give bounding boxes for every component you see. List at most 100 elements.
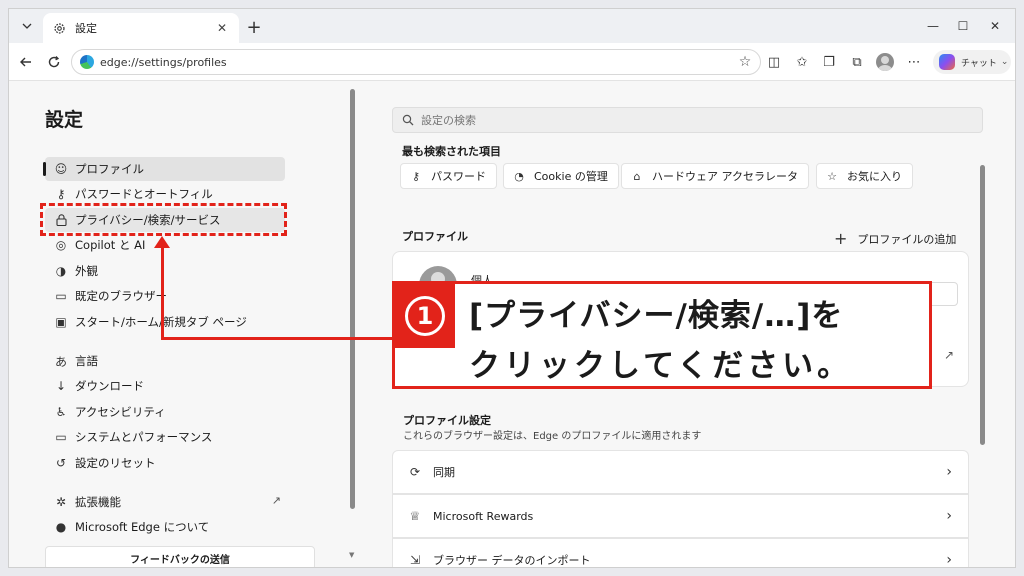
profile-icon: ☺ — [54, 162, 68, 176]
extensions-icon: ✲ — [55, 495, 67, 509]
sidebar-scrollbar[interactable] — [349, 89, 357, 509]
language-icon: あ — [54, 354, 67, 369]
minimize-button[interactable]: — — [919, 15, 947, 37]
refresh-icon — [48, 56, 60, 68]
screenshot-icon[interactable]: ⧉ — [847, 52, 867, 72]
most-searched-heading: 最も検索された項目 — [402, 145, 501, 158]
favorites-icon: ☆ — [827, 169, 837, 183]
annotation-connector-horizontal — [161, 337, 393, 340]
add-profile-label: プロファイルの追加 — [857, 232, 957, 246]
chevron-right-icon: › — [946, 508, 952, 524]
annotation-connector-vertical — [161, 244, 164, 340]
maximize-button[interactable]: ☐ — [949, 15, 977, 37]
settings-sidebar: 設定 ☺ プロファイル ⚷ パスワードとオートフィル プライバシー/検索/サービ… — [9, 81, 349, 567]
chip-label: Cookie の管理 — [534, 170, 608, 183]
content-scrollbar[interactable] — [978, 165, 986, 565]
tab-strip: 設定 ✕ + — ☐ ✕ — [9, 9, 1015, 43]
sidebar-item-extensions[interactable]: ✲ 拡張機能 ↗ — [45, 490, 285, 514]
copilot-chat-button[interactable]: チャット ⌄ — [933, 50, 1011, 74]
chip-cookies[interactable]: ◔ Cookie の管理 — [503, 163, 619, 189]
settings-search[interactable] — [392, 107, 983, 133]
address-bar[interactable]: edge://settings/profiles ☆ — [71, 49, 761, 75]
instruction-callout: 1 [プライバシー/検索/…]を クリックしてください。 — [392, 281, 932, 389]
chevron-right-icon: › — [946, 464, 952, 480]
profile-settings-heading: プロファイル設定 — [403, 414, 491, 427]
chip-passwords[interactable]: ⚷ パスワード — [400, 163, 497, 189]
chip-label: ハードウェア アクセラレータ — [652, 170, 798, 183]
chip-hardware-acceleration[interactable]: ⌂ ハードウェア アクセラレータ — [621, 163, 809, 189]
download-icon: ↓ — [55, 379, 67, 393]
search-input[interactable] — [421, 113, 944, 127]
sidebar-item-default-browser[interactable]: ▭ 既定のブラウザー — [45, 284, 285, 308]
sidebar-item-label: システムとパフォーマンス — [75, 430, 213, 444]
instruction-line-1: [プライバシー/検索/…]を — [469, 298, 844, 334]
add-profile-button[interactable]: + プロファイルの追加 — [834, 229, 956, 248]
setting-row-rewards[interactable]: ♕ Microsoft Rewards › — [392, 494, 969, 538]
step-number: 1 — [405, 296, 445, 336]
accessibility-icon: ♿︎ — [55, 405, 67, 419]
address-url[interactable]: edge://settings/profiles — [100, 56, 734, 69]
sidebar-title: 設定 — [45, 109, 84, 131]
tab-actions-menu-button[interactable] — [15, 15, 39, 37]
sidebar-item-label: 既定のブラウザー — [75, 289, 167, 303]
copilot-label: チャット — [961, 58, 997, 69]
gear-icon — [51, 20, 67, 36]
edge-icon: ● — [55, 520, 67, 534]
cookie-icon: ◔ — [514, 169, 524, 183]
home-icon: ▣ — [55, 315, 67, 329]
key-icon: ⚷ — [56, 187, 66, 201]
favorites-icon[interactable]: ✩ — [792, 52, 812, 72]
profile-avatar-button[interactable] — [876, 53, 894, 71]
feedback-button[interactable]: フィードバックの送信 — [45, 546, 315, 567]
sidebar-item-label: 設定のリセット — [75, 456, 156, 470]
content-scrollbar-thumb[interactable] — [980, 165, 985, 445]
close-tab-icon[interactable]: ✕ — [213, 19, 231, 37]
chevron-right-icon: › — [946, 552, 952, 568]
copilot-icon — [939, 54, 955, 70]
sidebar-item-start-home[interactable]: ▣ スタート/ホーム/新規タブ ページ — [45, 310, 285, 334]
back-arrow-icon — [20, 57, 31, 67]
profiles-heading: プロファイル — [402, 230, 468, 243]
favorite-star-icon[interactable]: ☆ — [734, 51, 756, 73]
sidebar-item-system[interactable]: ▭ システムとパフォーマンス — [45, 425, 285, 449]
sync-icon: ⟳ — [409, 465, 421, 479]
edge-icon — [80, 55, 94, 69]
setting-row-sync[interactable]: ⟳ 同期 › — [392, 450, 969, 494]
chip-label: パスワード — [431, 170, 486, 183]
sidebar-item-reset[interactable]: ↺ 設定のリセット — [45, 451, 285, 475]
more-menu-icon[interactable]: ⋯ — [904, 52, 924, 72]
appearance-icon: ◑ — [55, 264, 67, 278]
hardware-icon: ⌂ — [633, 169, 641, 183]
sidebar-item-downloads[interactable]: ↓ ダウンロード — [45, 374, 285, 398]
split-screen-icon[interactable]: ◫ — [764, 52, 784, 72]
back-button[interactable] — [15, 51, 37, 73]
scroll-down-arrow-icon[interactable]: ▼ — [349, 551, 354, 559]
setting-row-import[interactable]: ⇲ ブラウザー データのインポート › — [392, 538, 969, 568]
sidebar-scrollbar-thumb[interactable] — [350, 89, 355, 509]
collections-icon[interactable]: ❐ — [819, 52, 839, 72]
browser-icon: ▭ — [55, 289, 67, 303]
sidebar-item-languages[interactable]: あ 言語 — [45, 349, 285, 373]
setting-row-label: 同期 — [433, 466, 455, 479]
sidebar-item-label: Copilot と AI — [75, 238, 146, 252]
close-window-button[interactable]: ✕ — [981, 15, 1009, 37]
refresh-button[interactable] — [43, 51, 65, 73]
new-tab-button[interactable]: + — [243, 16, 265, 38]
chevron-down-icon — [22, 23, 32, 29]
profile-settings-subtitle: これらのブラウザー設定は、Edge のプロファイルに適用されます — [403, 431, 702, 442]
external-link-icon[interactable]: ↗ — [944, 348, 954, 362]
sidebar-item-label: Microsoft Edge について — [75, 520, 210, 534]
sidebar-item-about[interactable]: ● Microsoft Edge について — [45, 515, 285, 539]
highlight-box — [40, 203, 287, 236]
plus-icon: + — [834, 229, 848, 248]
sidebar-item-label: 外観 — [75, 264, 98, 278]
system-icon: ▭ — [55, 430, 67, 444]
sidebar-item-profiles[interactable]: ☺ プロファイル — [43, 157, 285, 181]
step-number-badge: 1 — [395, 284, 455, 348]
key-icon: ⚷ — [411, 169, 421, 183]
sidebar-item-appearance[interactable]: ◑ 外観 — [45, 259, 285, 283]
sidebar-item-label: ダウンロード — [75, 379, 144, 393]
chip-favorites[interactable]: ☆ お気に入り — [816, 163, 913, 189]
tab-settings[interactable]: 設定 ✕ — [43, 13, 239, 43]
sidebar-item-accessibility[interactable]: ♿︎ アクセシビリティ — [45, 400, 285, 424]
